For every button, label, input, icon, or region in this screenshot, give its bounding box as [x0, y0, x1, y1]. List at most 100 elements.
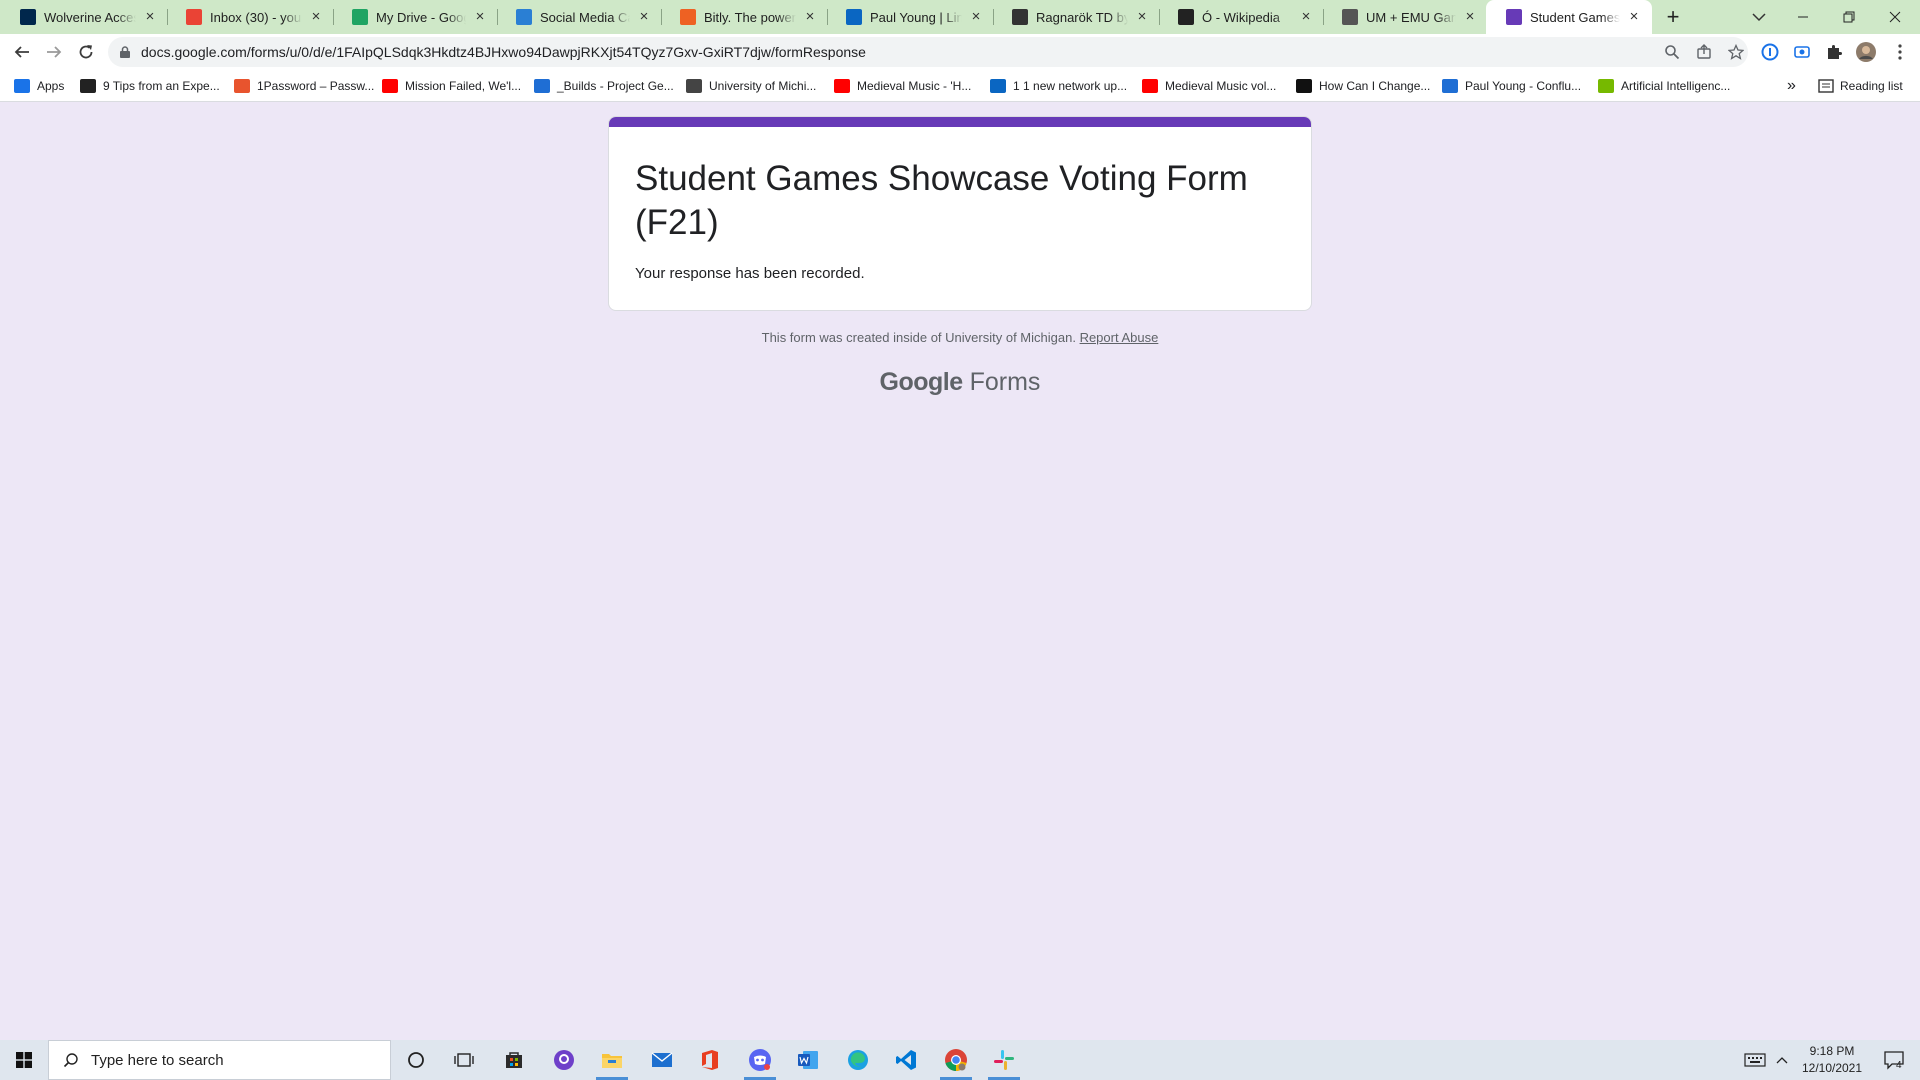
reading-list-icon [1818, 79, 1834, 93]
tab-search-button[interactable] [1736, 0, 1782, 34]
bookmarks-overflow-button[interactable]: » [1787, 77, 1796, 95]
google-forms-icon [1506, 9, 1522, 25]
square-site-icon [1296, 79, 1312, 93]
windows-taskbar: Type here to search 9:18 PM 12/10/2021 4 [0, 1040, 1920, 1080]
bookmark-item[interactable]: University of Michi... [686, 77, 816, 95]
browser-tab[interactable]: Ó - Wikipedia × [1158, 0, 1324, 34]
bookmark-item[interactable]: How Can I Change... [1296, 77, 1430, 95]
close-tab-icon[interactable]: × [308, 9, 324, 25]
google-forms-logo[interactable]: Google Forms [0, 368, 1920, 397]
bookmark-item[interactable]: Paul Young - Conflu... [1442, 77, 1581, 95]
zoom-icon[interactable] [1664, 44, 1680, 60]
confirmation-message: Your response has been recorded. [635, 265, 865, 282]
browser-menu-button[interactable] [1890, 42, 1910, 62]
bookmark-label: Apps [37, 79, 65, 93]
taskbar-chrome-app[interactable] [936, 1044, 976, 1080]
browser-toolbar: docs.google.com/forms/u/0/d/e/1FAIpQLSdq… [0, 34, 1920, 70]
browser-tab[interactable]: Paul Young | Linked × [826, 0, 994, 34]
bookmark-item[interactable]: 1Password – Passw... [234, 77, 374, 95]
close-tab-icon[interactable]: × [1298, 9, 1314, 25]
close-tab-icon[interactable]: × [472, 9, 488, 25]
url-text[interactable]: docs.google.com/forms/u/0/d/e/1FAIpQLSdq… [141, 44, 866, 60]
taskbar-office-app[interactable] [690, 1044, 730, 1076]
new-tab-button[interactable]: + [1660, 4, 1686, 30]
browser-tab[interactable]: Student Games Sh × [1486, 0, 1652, 34]
store-bag-icon [506, 1052, 522, 1068]
bookmark-item[interactable]: 9 Tips from an Expe... [80, 77, 220, 95]
form-accent-bar [609, 117, 1311, 127]
close-tab-icon[interactable]: × [1626, 9, 1642, 25]
browser-tab[interactable]: UM + EMU Game D × [1322, 0, 1488, 34]
close-tab-icon[interactable]: × [1462, 9, 1478, 25]
start-button[interactable] [0, 1040, 48, 1080]
cortana-circle-icon [408, 1052, 424, 1068]
chevron-up-icon [1776, 1057, 1788, 1064]
close-tab-icon[interactable]: × [802, 9, 818, 25]
form-confirmation-card: Student Games Showcase Voting Form (F21)… [608, 116, 1312, 311]
google-wordmark: Google [879, 368, 964, 396]
action-center-button[interactable]: 4 [1874, 1040, 1914, 1080]
close-tab-icon[interactable]: × [968, 9, 984, 25]
browser-tab[interactable]: Ragnarök TD by Wi × [992, 0, 1160, 34]
taskbar-vscode-app[interactable] [886, 1044, 926, 1076]
keyboard-layout-button[interactable] [1738, 1040, 1772, 1080]
bookmark-item[interactable]: Apps [14, 77, 64, 95]
browser-tab[interactable]: Wolverine Access - × [0, 0, 168, 34]
browser-tab[interactable]: My Drive - Google D × [332, 0, 498, 34]
report-abuse-link[interactable]: Report Abuse [1080, 330, 1159, 345]
reading-list-button[interactable]: Reading list [1818, 77, 1903, 95]
minimize-button[interactable] [1780, 0, 1826, 34]
forward-button[interactable] [40, 38, 68, 66]
taskbar-clock[interactable]: 9:18 PM 12/10/2021 [1792, 1043, 1872, 1077]
bookmark-label: How Can I Change... [1319, 79, 1431, 93]
tab-title: Ó - Wikipedia [1202, 9, 1281, 25]
taskbar-file-explorer-app[interactable] [592, 1044, 632, 1080]
taskbar-search-box[interactable]: Type here to search [48, 1040, 391, 1080]
avatar-icon [1856, 42, 1876, 62]
bookmark-item[interactable]: Artificial Intelligenc... [1598, 77, 1730, 95]
tab-title: Paul Young | Linked [870, 9, 962, 25]
bookmark-item[interactable]: Medieval Music vol... [1142, 77, 1276, 95]
close-tab-icon[interactable]: × [636, 9, 652, 25]
tab-title: My Drive - Google D [376, 9, 466, 25]
search-icon [63, 1053, 78, 1068]
taskbar-github-desktop-app[interactable] [544, 1044, 584, 1076]
form-footer-note: This form was created inside of Universi… [0, 330, 1920, 345]
taskbar-store-app[interactable] [494, 1044, 534, 1076]
close-tab-icon[interactable]: × [1134, 9, 1150, 25]
bookmark-item[interactable]: Mission Failed, We'l... [382, 77, 521, 95]
bookmark-item[interactable]: _Builds - Project Ge... [534, 77, 674, 95]
taskbar-mail-app[interactable] [642, 1044, 682, 1076]
arrow-left-icon [14, 46, 29, 58]
tab-title: Wolverine Access - [44, 9, 136, 25]
taskbar-discord-app[interactable] [740, 1044, 780, 1080]
screen-capture-extension-icon[interactable] [1792, 42, 1812, 62]
browser-tab[interactable]: Social Media Calen × [496, 0, 662, 34]
cortana-button[interactable] [396, 1044, 436, 1076]
taskbar-slack-app[interactable] [984, 1044, 1024, 1080]
browser-tab[interactable]: Bitly. The power of × [660, 0, 828, 34]
arrow-right-icon [47, 46, 62, 58]
lock-icon[interactable] [120, 46, 130, 58]
back-button[interactable] [8, 38, 36, 66]
bookmark-item[interactable]: 1 1 new network up... [990, 77, 1127, 95]
tray-overflow-button[interactable] [1774, 1040, 1790, 1080]
reload-button[interactable] [72, 38, 100, 66]
taskbar-word-app[interactable] [788, 1044, 828, 1076]
1password-extension-icon[interactable] [1760, 42, 1780, 62]
taskbar-edge-app[interactable] [838, 1044, 878, 1076]
notification-count: 4 [1896, 1060, 1902, 1070]
profile-avatar[interactable] [1856, 42, 1876, 62]
share-icon[interactable] [1696, 44, 1712, 60]
bookmark-star-icon[interactable] [1728, 44, 1744, 60]
extensions-button[interactable] [1824, 42, 1844, 62]
restore-button[interactable] [1826, 0, 1872, 34]
notification-icon: 4 [1884, 1051, 1904, 1070]
close-window-button[interactable] [1872, 0, 1918, 34]
browser-tab[interactable]: Inbox (30) - youngp × [166, 0, 334, 34]
close-tab-icon[interactable]: × [142, 9, 158, 25]
address-bar[interactable]: docs.google.com/forms/u/0/d/e/1FAIpQLSdq… [108, 37, 1748, 67]
task-view-button[interactable] [444, 1044, 484, 1076]
kebab-menu-icon [1898, 44, 1902, 60]
bookmark-item[interactable]: Medieval Music - 'H... [834, 77, 971, 95]
